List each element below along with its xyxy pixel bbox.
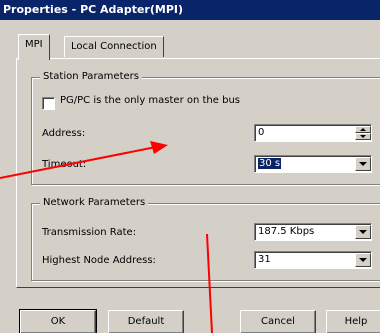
transmission-rate-label: Transmission Rate: [42,227,137,238]
network-parameters-title: Network Parameters [40,197,149,208]
window-title: Properties - PC Adapter(MPI) [0,0,380,20]
network-parameters-group: Network Parameters Transmission Rate: 18… [31,197,380,281]
ok-button[interactable]: OK [19,309,97,333]
only-master-label: PG/PC is the only master on the bus [60,95,240,106]
address-label: Address: [42,128,86,139]
mpi-tab-panel: Station Parameters PG/PC is the only mas… [16,58,380,288]
highest-node-value: 31 [258,254,271,265]
transmission-rate-value: 187.5 Kbps [258,226,315,237]
address-value: 0 [258,127,265,138]
only-master-checkbox[interactable] [42,97,55,110]
tab-mpi[interactable]: MPI [18,34,50,60]
highest-node-dropdown-icon[interactable] [355,253,371,267]
transmission-rate-dropdown-icon[interactable] [355,225,371,239]
cancel-button[interactable]: Cancel [240,310,316,333]
properties-dialog: Properties - PC Adapter(MPI) MPI Local C… [0,0,380,333]
address-spin-up-icon[interactable] [355,126,371,133]
help-button[interactable]: Help [326,310,380,333]
station-parameters-group: Station Parameters PG/PC is the only mas… [31,71,380,185]
address-spin-down-icon[interactable] [355,133,371,140]
timeout-label: Timeout: [42,159,87,170]
highest-node-label: Highest Node Address: [42,255,156,266]
tab-local-connection[interactable]: Local Connection [64,36,164,57]
timeout-value: 30 s [258,158,282,169]
timeout-dropdown-icon[interactable] [355,157,371,171]
station-parameters-title: Station Parameters [40,71,142,82]
default-button[interactable]: Default [108,310,184,333]
